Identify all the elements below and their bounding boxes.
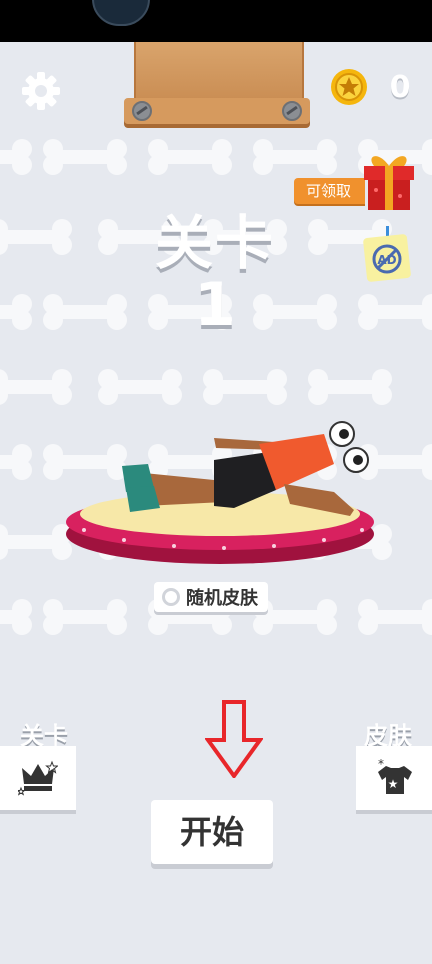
screw-icon <box>132 101 152 121</box>
levels-button[interactable] <box>0 746 76 810</box>
random-skin-label: 随机皮肤 <box>186 588 258 609</box>
tshirt-icon: * ★ <box>378 758 412 794</box>
start-button[interactable]: 开始 <box>151 800 273 864</box>
character-figure <box>122 421 369 516</box>
status-bar <box>0 0 432 42</box>
wooden-sign <box>134 42 304 104</box>
crown-icon <box>18 760 58 796</box>
svg-text:*: * <box>378 758 384 771</box>
no-ads-icon[interactable]: AD <box>362 226 412 282</box>
camera-notch <box>92 0 150 26</box>
screw-icon <box>282 101 302 121</box>
claim-gift-label[interactable]: 可领取 <box>294 178 366 204</box>
level-number: 1 <box>194 270 236 340</box>
level-title: 关卡 <box>154 209 275 277</box>
random-skin-toggle[interactable]: 随机皮肤 <box>154 582 268 612</box>
gift-icon[interactable] <box>360 146 418 214</box>
down-arrow-icon <box>205 700 263 778</box>
skins-button[interactable]: * ★ <box>356 746 432 810</box>
radio-icon[interactable] <box>162 588 180 606</box>
coin-icon <box>331 69 367 105</box>
coin-count: 0 <box>389 70 411 105</box>
character-stage <box>66 421 374 564</box>
gear-icon[interactable] <box>20 70 62 112</box>
svg-text:★: ★ <box>388 777 399 791</box>
